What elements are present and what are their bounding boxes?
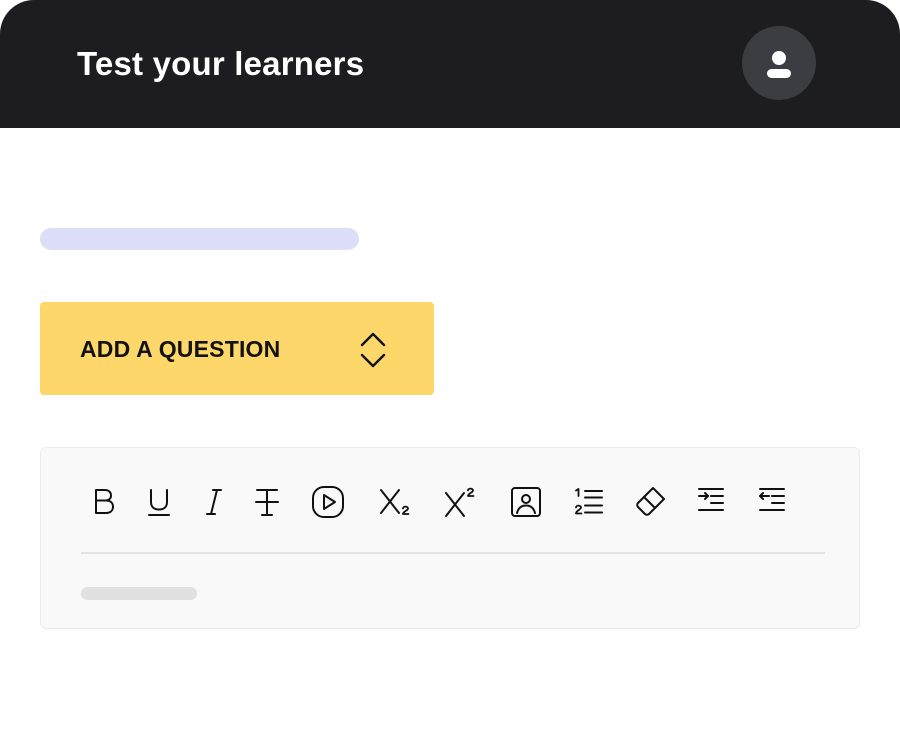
superscript-icon	[445, 487, 475, 517]
subscript-icon	[380, 489, 410, 515]
ordered-list-button[interactable]	[571, 484, 607, 520]
text-placeholder-skeleton	[81, 587, 197, 600]
editor-toolbar	[41, 448, 859, 552]
outdent-icon	[759, 488, 785, 511]
image-icon	[511, 487, 541, 517]
outdent-button[interactable]	[754, 484, 790, 520]
header-bar: Test your learners	[0, 0, 900, 128]
ordered-list-icon	[575, 488, 603, 515]
add-question-label: ADD A QUESTION	[80, 336, 281, 362]
quiz-card: Test your learners ADD A QUESTION	[0, 0, 900, 740]
italic-icon	[206, 489, 222, 515]
eraser-icon	[636, 487, 665, 516]
title-placeholder-skeleton	[40, 228, 359, 250]
bold-button[interactable]	[86, 484, 122, 520]
toolbar-divider	[81, 552, 825, 554]
subscript-button[interactable]	[377, 484, 413, 520]
strikethrough-icon	[255, 489, 279, 516]
italic-button[interactable]	[196, 484, 232, 520]
indent-button[interactable]	[693, 484, 729, 520]
add-question-button[interactable]: ADD A QUESTION	[40, 302, 434, 395]
video-button[interactable]	[310, 484, 346, 520]
video-icon	[312, 486, 344, 518]
underline-button[interactable]	[141, 484, 177, 520]
bold-icon	[95, 489, 114, 514]
indent-icon	[698, 488, 724, 511]
superscript-button[interactable]	[442, 484, 478, 520]
avatar-button[interactable]	[742, 26, 816, 100]
underline-icon	[148, 489, 170, 516]
image-button[interactable]	[508, 484, 544, 520]
clear-formatting-button[interactable]	[632, 484, 668, 520]
page-title: Test your learners	[77, 45, 365, 82]
rich-text-editor[interactable]	[40, 447, 860, 629]
strikethrough-button[interactable]	[249, 484, 285, 520]
chevron-up-down-icon	[360, 332, 386, 368]
user-icon	[767, 51, 791, 78]
